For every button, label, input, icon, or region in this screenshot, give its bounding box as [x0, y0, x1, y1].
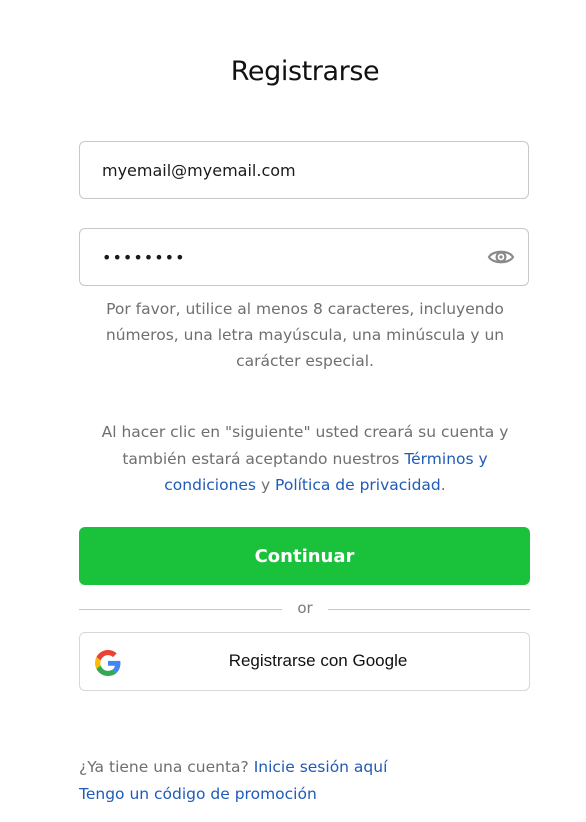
- divider-right: [328, 609, 530, 610]
- password-hint: Por favor, utilice al menos 8 caracteres…: [105, 300, 505, 370]
- google-icon: [95, 650, 121, 676]
- password-field[interactable]: [79, 228, 529, 286]
- google-signup-label: Registrarse con Google: [228, 651, 408, 670]
- promo-code-link[interactable]: Tengo un código de promoción: [79, 785, 317, 803]
- privacy-link[interactable]: Política de privacidad: [275, 476, 441, 494]
- promo-prompt: Tengo un código de promoción: [79, 785, 317, 803]
- terms-suffix: .: [440, 476, 446, 494]
- eye-icon[interactable]: [487, 246, 515, 268]
- email-input[interactable]: [102, 142, 482, 198]
- terms-middle: y: [256, 476, 276, 494]
- page-title: Registrarse: [230, 56, 380, 87]
- login-link[interactable]: Inicie sesión aquí: [254, 758, 388, 776]
- login-prompt: ¿Ya tiene una cuenta? Inicie sesión aquí: [79, 758, 387, 776]
- divider-left: [79, 609, 282, 610]
- terms-text: Al hacer clic en "siguiente" usted crear…: [96, 419, 514, 499]
- password-input[interactable]: [102, 229, 482, 285]
- login-prefix: ¿Ya tiene una cuenta?: [79, 758, 254, 776]
- divider-label: or: [297, 599, 313, 617]
- continue-button[interactable]: Continuar: [79, 527, 530, 585]
- email-field[interactable]: [79, 141, 529, 199]
- google-signup-button[interactable]: Registrarse con Google: [79, 632, 530, 691]
